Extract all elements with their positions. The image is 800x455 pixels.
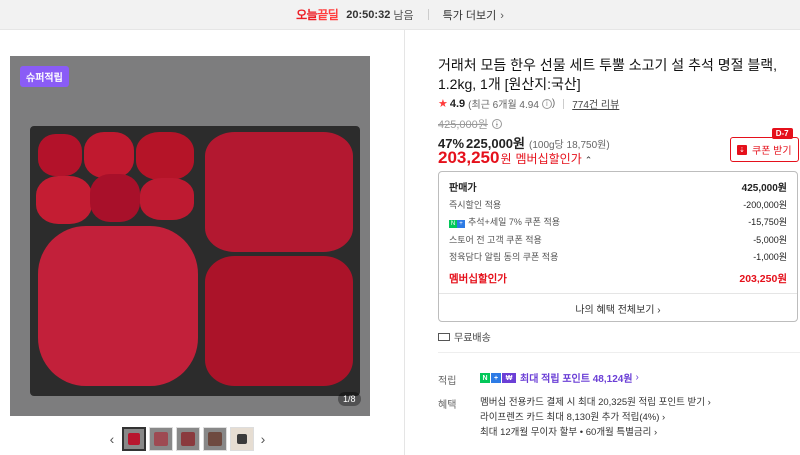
top-deal-banner: 오늘끝딜 20:50:32 남음 특가 더보기 › xyxy=(0,0,800,30)
benefit-item[interactable]: 멤버십 전용카드 결제 시 최대 20,325원 적립 포인트 받기 › xyxy=(480,394,711,408)
chevron-right-icon: › xyxy=(635,372,639,383)
price-row-store-coupon: 스토어 전 고객 쿠폰 적용 -5,000원 xyxy=(449,231,787,249)
rating-row: ★ 4.9 (최근 6개월 4.94 i ) 774건 리뷰 xyxy=(438,96,619,112)
points-text: 최대 적립 포인트 48,124원 xyxy=(520,374,633,385)
product-title: 거래처 모듬 한우 선물 세트 투뿔 소고기 설 추석 명절 블랙, 1.2kg… xyxy=(438,57,778,92)
thumbnail-5[interactable] xyxy=(229,427,254,451)
price-row-value: -1,000원 xyxy=(753,252,787,263)
benefit-text: 멤버십 전용카드 결제 시 최대 20,325원 적립 포인트 받기 xyxy=(480,397,705,408)
member-price-unit: 원 xyxy=(500,152,512,166)
price-total-value: 203,250원 xyxy=(739,272,787,285)
price-row-value: 425,000원 xyxy=(741,183,787,195)
price-row-value: -200,000원 xyxy=(743,199,787,210)
chevron-right-icon: › xyxy=(654,427,658,438)
benefit-item[interactable]: 최대 12개월 무이자 할부 • 60개월 특별금리 › xyxy=(480,424,657,438)
coupon-area: D-7 ⇣ 쿠폰 받기 xyxy=(730,128,799,162)
benefits-section-label: 혜택 xyxy=(438,400,457,411)
original-price-row: 425,000원 i xyxy=(438,116,502,132)
member-price-label: 멤버십할인가 xyxy=(515,152,582,166)
image-page-indicator: 1/8 xyxy=(338,392,361,406)
points-link[interactable]: N + ₩ 최대 적립 포인트 48,124원 › xyxy=(480,370,639,385)
chevron-right-icon: › xyxy=(662,412,666,423)
benefit-item[interactable]: 라이프렌즈 카드 최대 8,130원 추가 적립(4%) › xyxy=(480,409,665,423)
rating-recent-close: ) xyxy=(551,98,556,109)
chevron-right-icon: › xyxy=(657,305,661,316)
price-row-label: 정육담다 알림 동의 쿠폰 적용 xyxy=(449,252,559,263)
benefit-text: 최대 12개월 무이자 할부 • 60개월 특별금리 xyxy=(480,427,652,438)
coupon-dday-tag: D-7 xyxy=(771,128,793,139)
price-breakdown-box: 판매가 425,000원 즉시할인 적용 -200,000원 N + 추석+세일 7… xyxy=(438,171,798,322)
price-row-label: 스토어 전 고객 쿠폰 적용 xyxy=(449,234,542,245)
chevron-right-icon: › xyxy=(500,9,504,22)
view-all-benefits-button[interactable]: 나의 혜택 전체보기 › xyxy=(449,301,787,316)
member-price-row: 203,250 원 멤버십할인가 ⌃ xyxy=(438,148,592,168)
price-row-coupon-sale: N + 추석+세일 7% 쿠폰 적용 -15,750원 xyxy=(449,213,787,231)
chevron-right-icon: › xyxy=(707,397,711,408)
more-deals-label: 특가 더보기 xyxy=(442,9,497,22)
naver-points-icon: N + ₩ xyxy=(480,372,517,384)
countdown-suffix: 남음 xyxy=(393,9,414,22)
rating-recent: (최근 6개월 4.94 xyxy=(468,100,539,111)
price-row-sale: 판매가 425,000원 xyxy=(449,178,787,196)
meat-tray-illustration xyxy=(30,126,360,396)
review-link[interactable]: 774건 리뷰 xyxy=(572,96,619,111)
chevron-up-icon[interactable]: ⌃ xyxy=(585,155,593,166)
download-icon: ⇣ xyxy=(737,144,747,155)
member-price: 203,250 xyxy=(438,148,500,167)
view-all-benefits-label: 나의 혜택 전체보기 xyxy=(575,305,655,316)
super-points-badge: 슈퍼적립 xyxy=(20,66,69,87)
thumbnail-strip: ‹ › xyxy=(104,425,271,453)
rating-divider xyxy=(563,98,565,109)
product-info-panel: 거래처 모듬 한우 선물 세트 투뿔 소고기 설 추석 명절 블랙, 1.2kg… xyxy=(438,56,800,438)
info-icon[interactable]: i xyxy=(491,119,502,129)
points-section-label: 적립 xyxy=(438,376,457,387)
truck-icon xyxy=(438,332,450,341)
deal-logo: 오늘끝딜 xyxy=(296,6,339,23)
price-total-label: 멤버십할인가 xyxy=(449,272,507,285)
shipping-row: 무료배송 xyxy=(438,329,491,344)
price-box-divider xyxy=(439,293,797,294)
chevron-right-icon[interactable]: › xyxy=(255,427,271,451)
price-row-label-wrap: N + 추석+세일 7% 쿠폰 적용 xyxy=(449,215,561,229)
original-price: 425,000원 xyxy=(438,119,488,131)
column-divider xyxy=(404,30,405,455)
price-row-label: 즉시할인 적용 xyxy=(449,199,502,210)
section-divider xyxy=(438,352,800,353)
product-main-image[interactable]: 슈퍼적립 1/8 xyxy=(10,56,370,416)
rating-value: 4.9 xyxy=(449,97,466,110)
thumbnail-4[interactable] xyxy=(202,427,227,451)
countdown-timer: 20:50:32 xyxy=(346,8,391,21)
price-row-label: 판매가 xyxy=(449,183,477,195)
price-row-value: -15,750원 xyxy=(748,217,787,228)
price-row-total: 멤버십할인가 203,250원 xyxy=(449,270,787,288)
shipping-label: 무료배송 xyxy=(454,333,491,344)
coupon-download-button[interactable]: ⇣ 쿠폰 받기 xyxy=(730,137,799,162)
thumbnail-3[interactable] xyxy=(175,427,200,451)
banner-divider xyxy=(427,9,429,20)
info-icon[interactable]: i xyxy=(541,98,552,109)
price-row-label: 추석+세일 7% 쿠폰 적용 xyxy=(468,217,561,228)
price-row-instant-discount: 즉시할인 적용 -200,000원 xyxy=(449,196,787,214)
price-row-alert-coupon: 정육담다 알림 동의 쿠폰 적용 -1,000원 xyxy=(449,248,787,266)
naver-plus-icon: N + xyxy=(449,220,465,229)
more-deals-link[interactable]: 특가 더보기 › xyxy=(443,7,504,23)
star-icon: ★ xyxy=(438,98,448,110)
benefit-text: 라이프렌즈 카드 최대 8,130원 추가 적립(4%) xyxy=(480,412,660,423)
price-row-value: -5,000원 xyxy=(753,234,787,245)
thumbnail-2[interactable] xyxy=(148,427,173,451)
thumbnail-1[interactable] xyxy=(121,427,146,451)
deal-logo-part-1: 오늘 xyxy=(296,8,318,22)
chevron-left-icon[interactable]: ‹ xyxy=(104,427,120,451)
deal-logo-part-2: 끝딜 xyxy=(317,8,339,22)
coupon-button-label: 쿠폰 받기 xyxy=(752,146,792,157)
